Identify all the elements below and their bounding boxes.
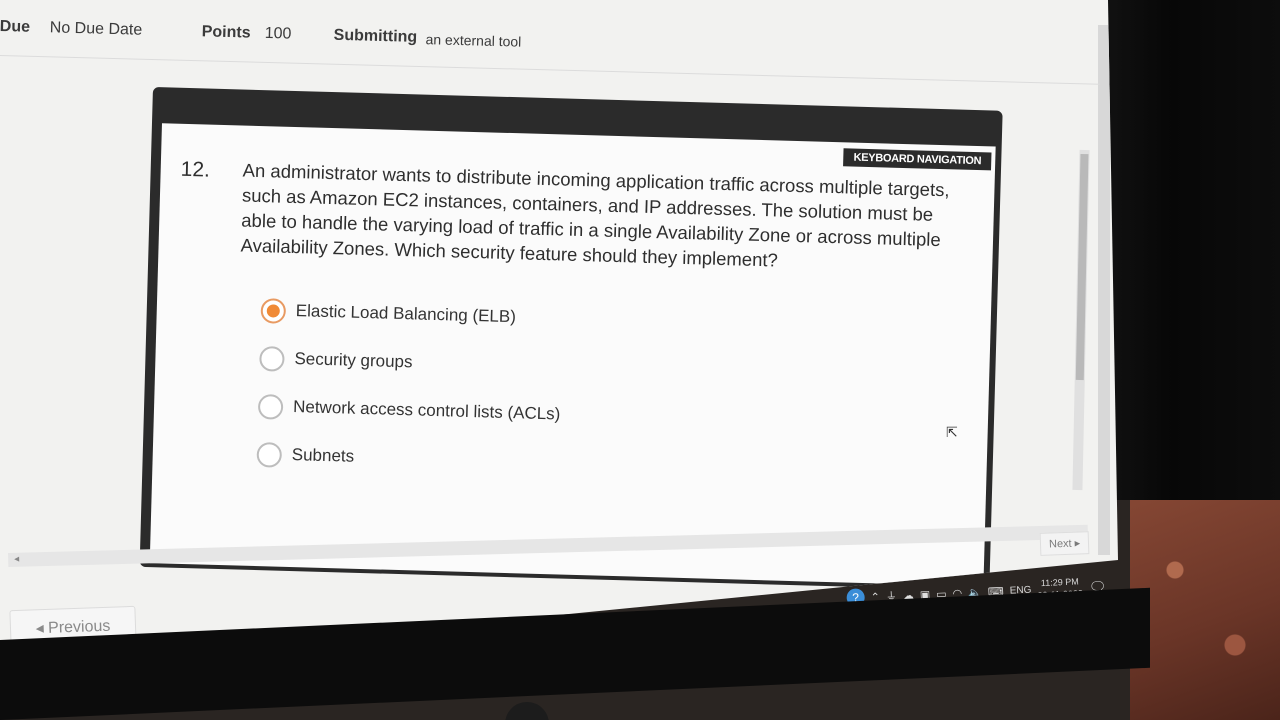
monitor-bezel-right — [1100, 0, 1280, 500]
radio-button[interactable] — [259, 345, 285, 372]
answer-option-label: Subnets — [291, 445, 355, 466]
answer-option-label: Elastic Load Balancing (ELB) — [295, 301, 517, 327]
hp-logo-icon — [505, 702, 549, 720]
scrollbar-thumb[interactable] — [1075, 153, 1089, 381]
radio-button-selected[interactable] — [260, 297, 287, 324]
scroll-left-icon[interactable]: ◂ — [14, 554, 19, 565]
answer-option[interactable]: Network access control lists (ACLs) — [257, 382, 561, 438]
answer-option[interactable]: Security groups — [259, 334, 563, 390]
due-value: No Due Date — [49, 19, 143, 39]
answer-option-label: Network access control lists (ACLs) — [292, 397, 561, 424]
answer-options: Elastic Load Balancing (ELB) Security gr… — [256, 286, 564, 486]
submitting-value: an external tool — [425, 31, 522, 50]
points-value: 100 — [264, 24, 292, 43]
frame-scrollbar[interactable] — [1072, 149, 1090, 491]
due-label: Due — [0, 18, 31, 36]
answer-option-label: Security groups — [294, 349, 413, 372]
submitting-label: Submitting — [333, 26, 418, 46]
keyboard-navigation-button[interactable]: KEYBOARD NAVIGATION — [843, 148, 992, 171]
answer-option[interactable]: Elastic Load Balancing (ELB) — [260, 286, 564, 342]
radio-button[interactable] — [256, 441, 283, 468]
next-button[interactable]: Next ▸ — [1039, 531, 1090, 556]
points-label: Points — [201, 23, 251, 42]
quiz-frame: KEYBOARD NAVIGATION 12. An administrator… — [139, 87, 1003, 591]
assignment-meta: Due No Due Date Points 100 Submitting an… — [0, 18, 1100, 87]
radio-dot-icon — [266, 303, 280, 318]
desk-surface — [1130, 470, 1280, 720]
answer-option[interactable]: Subnets — [256, 430, 560, 486]
page-scrollbar[interactable] — [1098, 25, 1110, 555]
question-text: An administrator wants to distribute inc… — [240, 159, 950, 271]
quiz-content: KEYBOARD NAVIGATION 12. An administrator… — [149, 123, 996, 587]
question-number: 12. — [180, 157, 211, 182]
radio-button[interactable] — [257, 393, 284, 420]
mouse-cursor-icon: ⇱ — [946, 424, 958, 440]
